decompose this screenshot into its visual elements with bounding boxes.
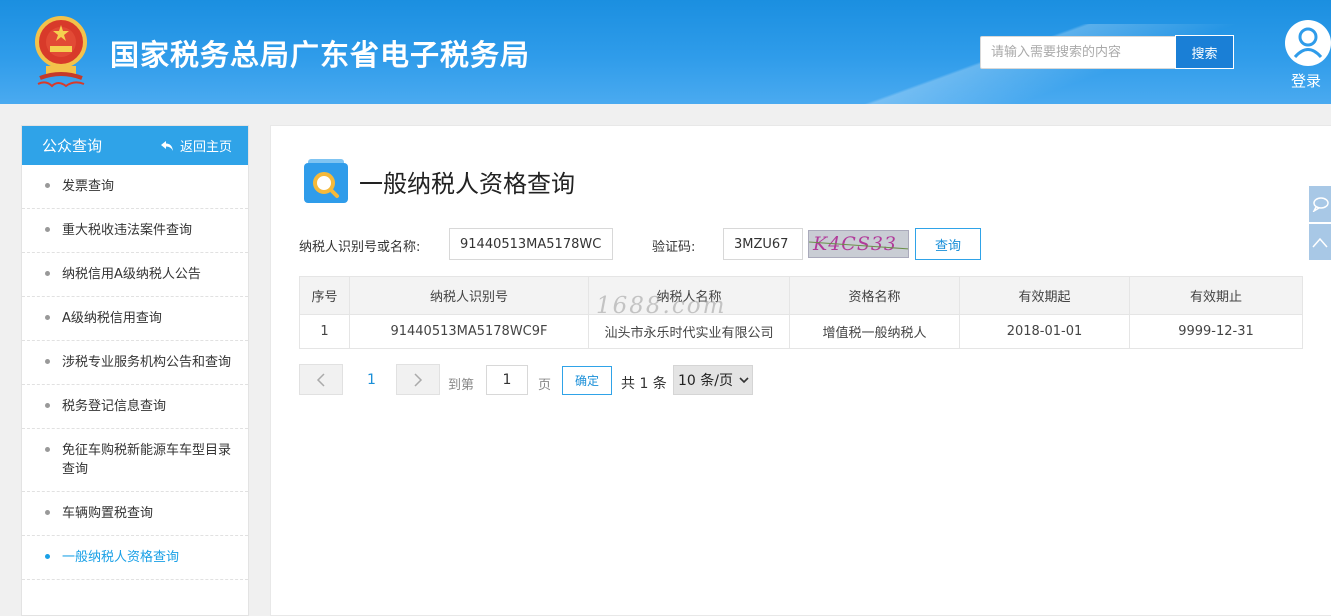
cell-taxpayer-name: 汕头市永乐时代实业有限公司 [588, 314, 790, 349]
captcha-label: 验证码: [652, 240, 696, 255]
column-header-seq: 序号 [299, 276, 350, 315]
cell-seq: 1 [299, 314, 350, 349]
user-avatar-icon[interactable] [1285, 20, 1331, 66]
cell-valid-to: 9999-12-31 [1129, 314, 1303, 349]
back-arrow-icon [160, 140, 173, 151]
sidebar-menu: 发票查询 重大税收违法案件查询 纳税信用A级纳税人公告 A级纳税信用查询 涉税专… [22, 165, 248, 580]
search-doc-icon [304, 159, 348, 203]
goto-page-input[interactable] [486, 365, 528, 395]
back-home-link[interactable]: 返回主页 [160, 136, 232, 155]
column-header-qualification: 资格名称 [789, 276, 960, 315]
online-chat-button[interactable] [1309, 186, 1331, 222]
captcha-input[interactable] [723, 228, 803, 260]
result-table: 序号 纳税人识别号 纳税人名称 资格名称 有效期起 有效期止 1 9144051… [299, 276, 1303, 349]
sidebar: 公众查询 返回主页 发票查询 重大税收违法案件查询 纳税信用A级纳税人公告 A级… [21, 125, 249, 616]
table-header-row: 序号 纳税人识别号 纳税人名称 资格名称 有效期起 有效期止 [299, 276, 1303, 315]
sidebar-item-vehicle-purchase-tax[interactable]: 车辆购置税查询 [22, 492, 248, 536]
sidebar-item-major-tax-violation[interactable]: 重大税收违法案件查询 [22, 209, 248, 253]
page-unit-label: 页 [538, 378, 552, 393]
captcha-image[interactable]: K4CS33 [808, 230, 909, 258]
back-home-label: 返回主页 [179, 140, 232, 155]
cell-valid-from: 2018-01-01 [959, 314, 1130, 349]
national-emblem-icon [35, 16, 87, 88]
dropdown-caret-icon [739, 377, 749, 384]
next-page-button[interactable] [396, 364, 440, 395]
main-panel: 一般纳税人资格查询 纳税人识别号或名称: 验证码: K4CS33 查询 序号 纳… [270, 125, 1331, 616]
sidebar-item-ev-purchase-tax-catalog[interactable]: 免征车购税新能源车车型目录查询 [22, 429, 248, 492]
goto-label: 到第 [448, 378, 475, 393]
sidebar-title: 公众查询 [42, 137, 103, 155]
site-title: 国家税务总局广东省电子税务局 [110, 38, 531, 72]
goto-confirm-button[interactable]: 确定 [562, 366, 612, 395]
cell-taxpayer-id: 91440513MA5178WC9F [349, 314, 589, 349]
site-header: 国家税务总局广东省电子税务局 搜索 登录 [0, 0, 1331, 104]
back-to-top-button[interactable] [1309, 224, 1331, 260]
search-input[interactable] [980, 36, 1176, 69]
sidebar-item-a-credit-announcement[interactable]: 纳税信用A级纳税人公告 [22, 253, 248, 297]
sidebar-item-invoice-query[interactable]: 发票查询 [22, 165, 248, 209]
search-button[interactable]: 搜索 [1175, 35, 1234, 69]
total-count: 共 1 条 [621, 376, 667, 392]
page-size-value: 10 条/页 [678, 373, 733, 389]
prev-page-button[interactable] [299, 364, 343, 395]
chevron-right-icon [414, 372, 423, 387]
column-header-valid-from: 有效期起 [959, 276, 1130, 315]
sidebar-item-a-credit-query[interactable]: A级纳税信用查询 [22, 297, 248, 341]
table-row: 1 91440513MA5178WC9F 汕头市永乐时代实业有限公司 增值税一般… [299, 314, 1303, 349]
query-button[interactable]: 查询 [915, 228, 981, 260]
login-link[interactable]: 登录 [1291, 70, 1321, 91]
sidebar-item-tax-registration[interactable]: 税务登记信息查询 [22, 385, 248, 429]
current-page-number[interactable]: 1 [367, 372, 376, 388]
sidebar-item-tax-service-agency[interactable]: 涉税专业服务机构公告和查询 [22, 341, 248, 385]
taxpayer-id-label: 纳税人识别号或名称: [299, 240, 421, 255]
page-title: 一般纳税人资格查询 [359, 170, 575, 198]
taxpayer-id-input[interactable] [449, 228, 613, 260]
chevron-left-icon [316, 372, 325, 387]
cell-qualification: 增值税一般纳税人 [789, 314, 960, 349]
back-to-top-icon [1312, 237, 1328, 248]
sidebar-item-general-taxpayer[interactable]: 一般纳税人资格查询 [22, 536, 248, 580]
column-header-valid-to: 有效期止 [1129, 276, 1303, 315]
page-size-select[interactable]: 10 条/页 [673, 365, 753, 395]
chat-icon [1312, 197, 1329, 212]
column-header-taxpayer-id: 纳税人识别号 [349, 276, 589, 315]
sidebar-header: 公众查询 返回主页 [22, 126, 248, 165]
column-header-taxpayer-name: 纳税人名称 [588, 276, 790, 315]
